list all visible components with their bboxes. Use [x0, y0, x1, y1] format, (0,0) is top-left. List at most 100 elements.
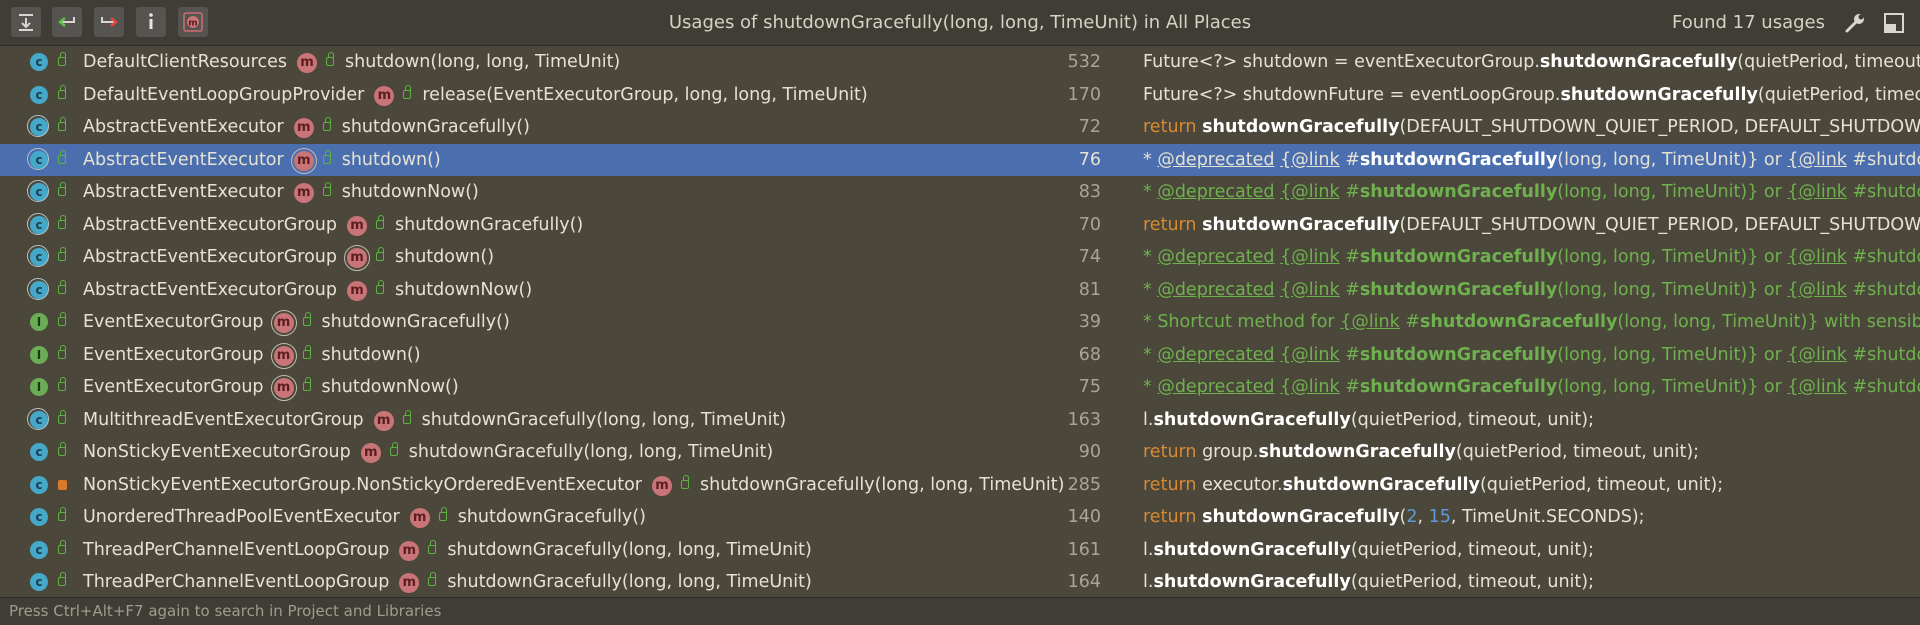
usage-row[interactable]: c NonStickyEventExecutorGroup.NonStickyOr…	[0, 469, 1920, 502]
code-token: #	[1339, 377, 1360, 397]
class-icon: c	[30, 540, 48, 559]
code-token: Future<?> shutdown = eventExecutorGroup.	[1143, 52, 1540, 72]
expand-all-icon[interactable]	[11, 7, 41, 37]
public-lock-icon	[376, 247, 384, 261]
class-icon: c	[30, 573, 48, 591]
usage-row[interactable]: c AbstractEventExecutor m shutdownGracefull…	[0, 111, 1920, 144]
code-token: shutdownGracefully	[1359, 182, 1558, 202]
usage-row[interactable]: I EventExecutorGroup m shutdown() 68 * @depre…	[0, 339, 1920, 372]
line-number: 161	[1067, 539, 1101, 560]
code-token: shutdownGracefully	[1282, 474, 1480, 495]
class-name: ThreadPerChannelEventLoopGroup m shutdownG…	[83, 566, 812, 598]
code-token: *	[1143, 247, 1158, 267]
method-icon: m	[293, 183, 314, 203]
code-token: return	[1143, 442, 1203, 462]
public-lock-icon	[680, 474, 689, 489]
public-lock-icon	[428, 572, 437, 586]
usage-row[interactable]: c UnorderedThreadPoolEventExecutor m shutdo…	[0, 501, 1920, 534]
usage-row[interactable]: I EventExecutorGroup m shutdownGracefully()…	[0, 306, 1920, 339]
method-signature: release(EventExecutorGroup, long, long, …	[422, 84, 868, 105]
usage-row[interactable]: I EventExecutorGroup m shutdownNow() 75 * @de…	[0, 371, 1920, 404]
public-lock-icon	[58, 572, 66, 586]
method-icons: m	[270, 371, 322, 403]
method-signature: shutdown()	[341, 149, 441, 170]
method-icons: m	[270, 306, 322, 338]
code-token: (quietPeriod, timeout, unit);	[1455, 442, 1700, 462]
code-snippet: return shutdownGracefully(DEFAULT_SHUTDO…	[1143, 209, 1920, 241]
method-icon: m	[296, 53, 317, 73]
public-lock-icon	[302, 312, 311, 326]
code-token: shutdownGracefully	[1359, 279, 1558, 300]
public-lock-icon	[322, 117, 331, 131]
usage-row[interactable]: c ThreadPerChannelEventLoopGroup m shutdown…	[0, 534, 1920, 567]
svg-text:m: m	[188, 19, 197, 29]
public-lock-icon	[58, 279, 66, 294]
public-lock-icon	[403, 84, 412, 99]
method-icon: m	[399, 540, 420, 561]
line-number: 532	[1067, 52, 1101, 72]
public-lock-icon	[438, 507, 447, 521]
usage-row[interactable]: c MultithreadEventExecutorGroup m shutdownG…	[0, 404, 1920, 437]
usage-row[interactable]: c DefaultEventLoopGroupProvider m release(E…	[0, 79, 1920, 112]
code-token: *	[1143, 149, 1158, 170]
next-occurrence-icon[interactable]	[94, 7, 124, 37]
info-icon[interactable]	[136, 7, 166, 37]
usage-row[interactable]: c AbstractEventExecutorGroup m shutdownGrac…	[0, 209, 1920, 242]
code-token: {@link	[1280, 149, 1340, 170]
code-token: #shutdownGracefully()}.	[1852, 182, 1920, 202]
method-icon: m	[293, 118, 314, 138]
code-token: shutdownGracefully	[1420, 312, 1618, 332]
code-snippet: return group.shutdownGracefully(quietPer…	[1143, 436, 1920, 468]
method-icons: m	[293, 176, 342, 208]
public-lock-icon	[58, 247, 66, 261]
public-lock-icon	[58, 377, 66, 391]
code-token: #shutdownGracefully()}.	[1852, 247, 1920, 267]
abstract-method-icon: m	[270, 342, 297, 369]
public-lock-icon	[58, 539, 66, 554]
code-snippet: * @deprecated {@link #shutdownGracefully…	[1143, 176, 1920, 208]
usage-row[interactable]: c DefaultClientResources m shutdown(long, l…	[0, 46, 1920, 79]
usage-row[interactable]: c AbstractEventExecutorGroup m shutdown() 74…	[0, 241, 1920, 274]
public-lock-icon	[389, 442, 398, 456]
code-token: (long, long, TimeUnit)} or	[1557, 149, 1788, 170]
filter-method-icon[interactable]: m	[178, 7, 208, 37]
restore-layout-icon[interactable]	[1882, 11, 1906, 35]
class-name-text: EventExecutorGroup	[83, 312, 264, 332]
class-name-text: MultithreadEventExecutorGroup	[83, 409, 364, 430]
line-number: 74	[1078, 247, 1101, 267]
public-lock-icon	[58, 507, 66, 521]
wrench-icon[interactable]	[1843, 11, 1867, 35]
code-token: {@link	[1787, 279, 1847, 300]
public-lock-icon	[322, 149, 331, 164]
code-token: shutdownGracefully	[1359, 344, 1558, 365]
code-token: shutdownGracefully	[1359, 377, 1558, 397]
class-icon: c	[30, 475, 48, 494]
code-token: (quietPeriod, timeout, timeUnit);	[1737, 52, 1920, 72]
class-name: AbstractEventExecutor m shutdown()	[83, 144, 441, 176]
code-token: {@link	[1280, 279, 1340, 300]
usages-list[interactable]: c DefaultClientResources m shutdown(long, l…	[0, 46, 1920, 598]
class-name-text: ThreadPerChannelEventLoopGroup	[83, 539, 390, 560]
code-token: *	[1143, 182, 1158, 202]
public-lock-icon	[58, 344, 66, 359]
code-token: shutdownGracefully	[1539, 52, 1738, 72]
class-name: AbstractEventExecutor m shutdownGracefully…	[83, 111, 530, 143]
public-lock-icon	[58, 52, 66, 66]
usage-row[interactable]: c AbstractEventExecutor m shutdownNow() 83 * …	[0, 176, 1920, 209]
usage-row[interactable]: c AbstractEventExecutor m shutdown() 76 * @de…	[0, 143, 1920, 176]
class-name-text: DefaultClientResources	[83, 52, 287, 72]
abstract-class-icon: c	[27, 180, 49, 202]
class-name-text: AbstractEventExecutorGroup	[83, 279, 337, 300]
code-token: shutdownGracefully	[1560, 84, 1758, 105]
usage-row[interactable]: c ThreadPerChannelEventLoopGroup m shutdown…	[0, 566, 1920, 599]
previous-occurrence-icon[interactable]	[52, 7, 82, 37]
class-name-text: DefaultEventLoopGroupProvider	[83, 84, 365, 105]
class-name: EventExecutorGroup m shutdown()	[83, 339, 421, 371]
line-number: 81	[1078, 279, 1101, 300]
code-token: @deprecated	[1157, 377, 1275, 397]
method-signature: shutdown()	[321, 344, 421, 365]
usage-row[interactable]: c AbstractEventExecutorGroup m shutdownNow(…	[0, 274, 1920, 307]
public-lock-icon	[376, 214, 384, 229]
usage-row[interactable]: c NonStickyEventExecutorGroup m shutdownGra…	[0, 436, 1920, 469]
code-token: {@link	[1340, 312, 1400, 332]
